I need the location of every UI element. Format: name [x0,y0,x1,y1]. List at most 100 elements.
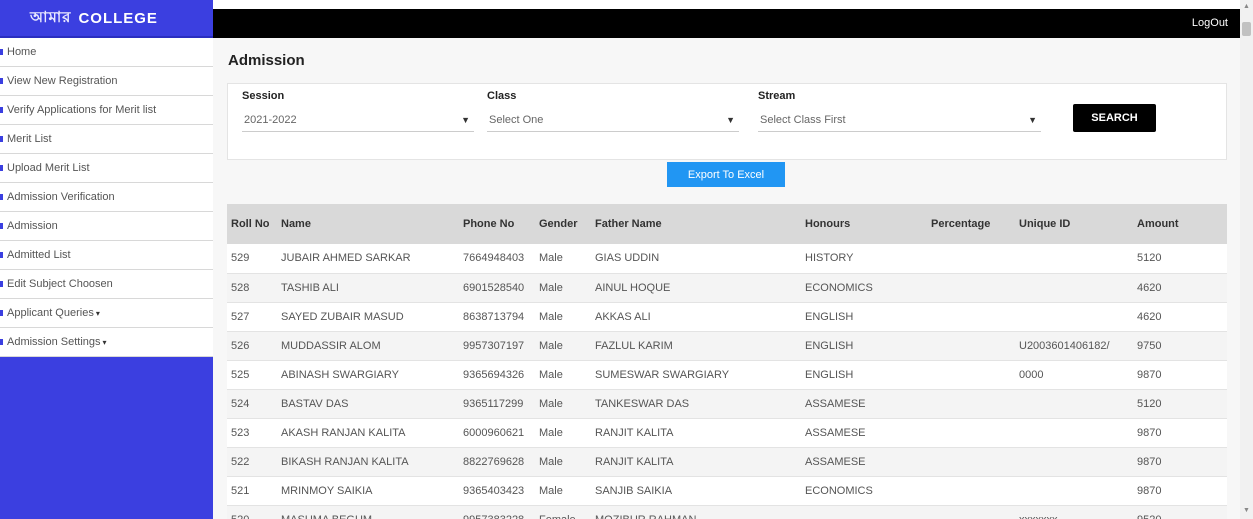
sidebar-item-view-new-registration[interactable]: View New Registration [0,67,213,96]
sidebar-item-home[interactable]: Home [0,38,213,67]
column-header[interactable]: Unique ID [1015,204,1133,244]
table-cell: 524 [227,389,277,419]
chevron-down-icon: ▼ [1028,114,1037,125]
table-cell: TANKESWAR DAS [591,389,801,419]
sidebar-item-admitted-list[interactable]: Admitted List [0,241,213,270]
table-cell: Male [535,360,591,390]
table-cell [1015,447,1133,477]
column-header[interactable]: Percentage [927,204,1015,244]
sidebar-item-label: Merit List [7,133,52,145]
stream-select[interactable]: Select Class First ▼ [758,108,1041,132]
scroll-up-arrow-icon[interactable]: ▲ [1243,3,1250,10]
main-content: Admission Session 2021-2022 ▼ Class Sele… [213,38,1240,519]
table-cell: SANJIB SAIKIA [591,476,801,506]
table-cell: 7664948403 [459,244,535,274]
table-cell: MRINMOY SAIKIA [277,476,459,506]
table-cell: BASTAV DAS [277,389,459,419]
sidebar-item-label: Applicant Queries [7,307,94,319]
stream-label: Stream [758,90,796,102]
admission-table: Roll No Name Phone No Gender Father Name… [227,204,1227,519]
table-row[interactable]: 522 BIKASH RANJAN KALITA 8822769628 Male RAN… [227,447,1227,477]
sidebar-item-label: Admission [7,220,58,232]
table-row[interactable]: 524 BASTAV DAS 9365117299 Male TANKESWAR DAS… [227,389,1227,419]
session-group: Session [242,90,284,102]
sidebar-item-admission[interactable]: Admission [0,212,213,241]
column-header[interactable]: Roll No [227,204,277,244]
class-group: Class [487,90,516,102]
table-cell: 522 [227,447,277,477]
sidebar-item-admission-settings[interactable]: Admission Settings ▾ [0,328,213,357]
table-cell: 9365403423 [459,476,535,506]
table-cell [927,331,1015,361]
caret-down-icon: ▾ [102,337,107,347]
table-cell [927,505,1015,519]
sidebar-item-edit-subject-choosen[interactable]: Edit Subject Choosen [0,270,213,299]
table-cell: ENGLISH [801,360,927,390]
table-row[interactable]: 521 MRINMOY SAIKIA 9365403423 Male SANJIB SA… [227,476,1227,506]
table-cell: 6901528540 [459,273,535,303]
logo-bengali-text: আমার [30,8,72,26]
page-title: Admission [228,52,305,69]
table-cell [1015,476,1133,506]
table-cell: 523 [227,418,277,448]
column-header[interactable]: Father Name [591,204,801,244]
table-cell: 9870 [1133,360,1227,390]
table-cell: HISTORY [801,244,927,274]
sidebar-item-verify-applications[interactable]: Verify Applications for Merit list [0,96,213,125]
class-select[interactable]: Select One ▼ [487,108,739,132]
table-cell: Female [535,505,591,519]
table-cell [927,389,1015,419]
sidebar-item-merit-list[interactable]: Merit List [0,125,213,154]
table-row[interactable]: 526 MUDDASSIR ALOM 9957307197 Male FAZLUL KA… [227,331,1227,361]
table-row[interactable]: 525 ABINASH SWARGIARY 9365694326 Male SUMESW… [227,360,1227,390]
logout-link[interactable]: LogOut [1192,17,1228,29]
column-header[interactable]: Honours [801,204,927,244]
stream-select-value: Select Class First [760,113,846,126]
scroll-down-arrow-icon[interactable]: ▼ [1243,507,1250,514]
session-select[interactable]: 2021-2022 ▼ [242,108,474,132]
table-cell: 4620 [1133,273,1227,303]
sidebar: আমার COLLEGE Home View New Registration … [0,0,213,519]
page-scrollbar[interactable]: ▲ ▼ [1240,0,1253,519]
table-cell [1015,389,1133,419]
table-cell: 5120 [1133,244,1227,274]
table-cell: 521 [227,476,277,506]
sidebar-item-applicant-queries[interactable]: Applicant Queries ▾ [0,299,213,328]
table-cell: AKKAS ALI [591,302,801,332]
table-row[interactable]: 529 JUBAIR AHMED SARKAR 7664948403 Male GIAS… [227,244,1227,274]
export-to-excel-button[interactable]: Export To Excel [667,162,785,187]
table-cell: 9520 [1133,505,1227,519]
table-row[interactable]: 520MASUMA BEGUM9957383228FemaleMOZIBUR R… [227,505,1227,519]
table-cell: 9365694326 [459,360,535,390]
sidebar-item-label: Edit Subject Choosen [7,278,113,290]
table-cell: Male [535,244,591,274]
table-row[interactable]: 527 SAYED ZUBAIR MASUD 8638713794 Male AKKAS… [227,302,1227,332]
sidebar-item-label: View New Registration [7,75,118,87]
table-cell: ECONOMICS [801,476,927,506]
class-select-value: Select One [489,113,544,126]
table-row[interactable]: 528 TASHIB ALI 6901528540 Male AINUL HOQUE EC… [227,273,1227,303]
search-button[interactable]: SEARCH [1073,104,1156,132]
table-cell [927,244,1015,274]
college-logo[interactable]: আমার COLLEGE [0,0,213,38]
column-header[interactable]: Gender [535,204,591,244]
sidebar-item-label: Upload Merit List [7,162,90,174]
table-cell: xxxxxxx [1015,505,1133,519]
table-cell: 527 [227,302,277,332]
table-cell: ASSAMESE [801,389,927,419]
table-cell: Male [535,302,591,332]
table-cell: 8638713794 [459,302,535,332]
table-cell [1015,273,1133,303]
column-header[interactable]: Name [277,204,459,244]
table-cell: RANJIT KALITA [591,418,801,448]
sidebar-item-admission-verification[interactable]: Admission Verification [0,183,213,212]
sidebar-item-upload-merit-list[interactable]: Upload Merit List [0,154,213,183]
column-header[interactable]: Phone No [459,204,535,244]
scrollbar-thumb[interactable] [1242,22,1251,36]
table-cell: 9957307197 [459,331,535,361]
table-cell: AINUL HOQUE [591,273,801,303]
table-row[interactable]: 523 AKASH RANJAN KALITA 6000960621 Male RANJ… [227,418,1227,448]
table-cell: Male [535,331,591,361]
column-header[interactable]: Amount [1133,204,1227,244]
table-cell: 9750 [1133,331,1227,361]
